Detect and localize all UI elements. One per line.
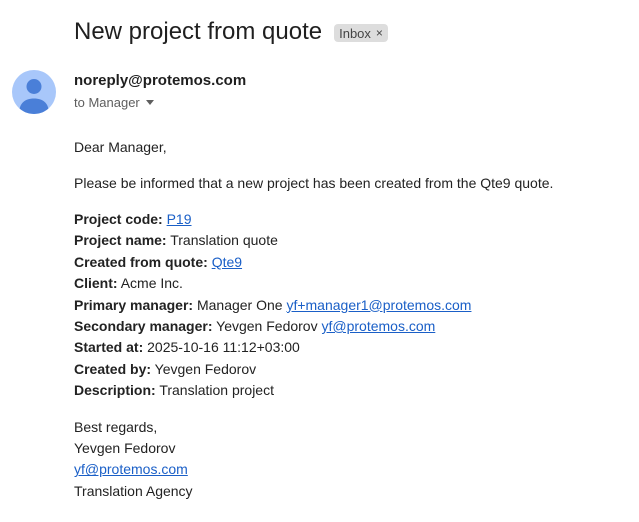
detail-primary-manager: Primary manager: Manager One yf+manager1… xyxy=(74,295,624,316)
signature-email-row: yf@protemos.com xyxy=(74,459,624,480)
quote-link[interactable]: Qte9 xyxy=(212,254,242,270)
signature-company: Translation Agency xyxy=(74,482,193,499)
detail-started-at: Started at: 2025-10-16 11:12+03:00 xyxy=(74,337,624,358)
signature-closing: Best regards, xyxy=(74,418,158,435)
detail-project-code: Project code: P19 xyxy=(74,209,624,230)
created-from-label: Created from quote: xyxy=(74,253,208,270)
label-chip-text: Inbox xyxy=(339,25,371,41)
created-by-value: Yevgen Fedorov xyxy=(154,360,257,377)
detail-client: Client: Acme Inc. xyxy=(74,273,624,294)
description-label: Description: xyxy=(74,382,156,399)
caret-down-icon[interactable] xyxy=(145,100,154,105)
recipients-text: to Manager xyxy=(74,95,140,110)
project-code-label: Project code: xyxy=(74,211,163,227)
email-subject: New project from quote xyxy=(74,18,323,45)
created-by-label: Created by: xyxy=(74,360,152,377)
intro-text: Please be informed that a new project ha… xyxy=(74,175,554,191)
project-name-value: Translation quote xyxy=(170,232,278,249)
sender-email[interactable]: noreply@protemos.com xyxy=(74,72,246,89)
detail-created-from: Created from quote: Qte9 xyxy=(74,252,624,273)
sender-avatar[interactable] xyxy=(12,70,56,114)
secondary-manager-label: Secondary manager: xyxy=(74,318,213,335)
started-at-label: Started at: xyxy=(74,339,144,356)
signature-email-link[interactable]: yf@protemos.com xyxy=(74,461,188,477)
email-body: Dear Manager, Please be informed that a … xyxy=(74,137,624,502)
client-label: Client: xyxy=(74,275,118,292)
signature: Best regards, Yevgen Fedorov yf@protemos… xyxy=(74,417,624,503)
detail-project-name: Project name: Translation quote xyxy=(74,230,624,251)
detail-created-by: Created by: Yevgen Fedorov xyxy=(74,359,624,380)
started-at-value: 2025-10-16 11:12+03:00 xyxy=(147,339,300,356)
primary-manager-name: Manager One xyxy=(196,296,283,313)
inbox-label-chip[interactable]: Inbox × xyxy=(334,24,388,42)
secondary-manager-email-link[interactable]: yf@protemos.com xyxy=(321,318,435,334)
detail-secondary-manager: Secondary manager: Yevgen Fedorov yf@pro… xyxy=(74,316,624,337)
signature-name: Yevgen Fedorov xyxy=(74,440,176,457)
detail-description: Description: Translation project xyxy=(74,380,624,401)
person-avatar-icon xyxy=(19,79,49,114)
description-value: Translation project xyxy=(159,382,274,399)
primary-manager-email-link[interactable]: yf+manager1@protemos.com xyxy=(286,297,471,313)
subject-row: New project from quote Inbox × xyxy=(74,16,388,48)
recipients-row[interactable]: to Manager xyxy=(74,95,154,110)
secondary-manager-name: Yevgen Fedorov xyxy=(216,318,318,335)
close-icon[interactable]: × xyxy=(376,27,383,39)
project-name-label: Project name: xyxy=(74,232,167,249)
client-value: Acme Inc. xyxy=(120,275,183,292)
project-details: Project code: P19 Project name: Translat… xyxy=(74,209,624,402)
greeting: Dear Manager, xyxy=(74,139,167,155)
project-code-link[interactable]: P19 xyxy=(167,211,192,227)
primary-manager-label: Primary manager: xyxy=(74,296,194,313)
